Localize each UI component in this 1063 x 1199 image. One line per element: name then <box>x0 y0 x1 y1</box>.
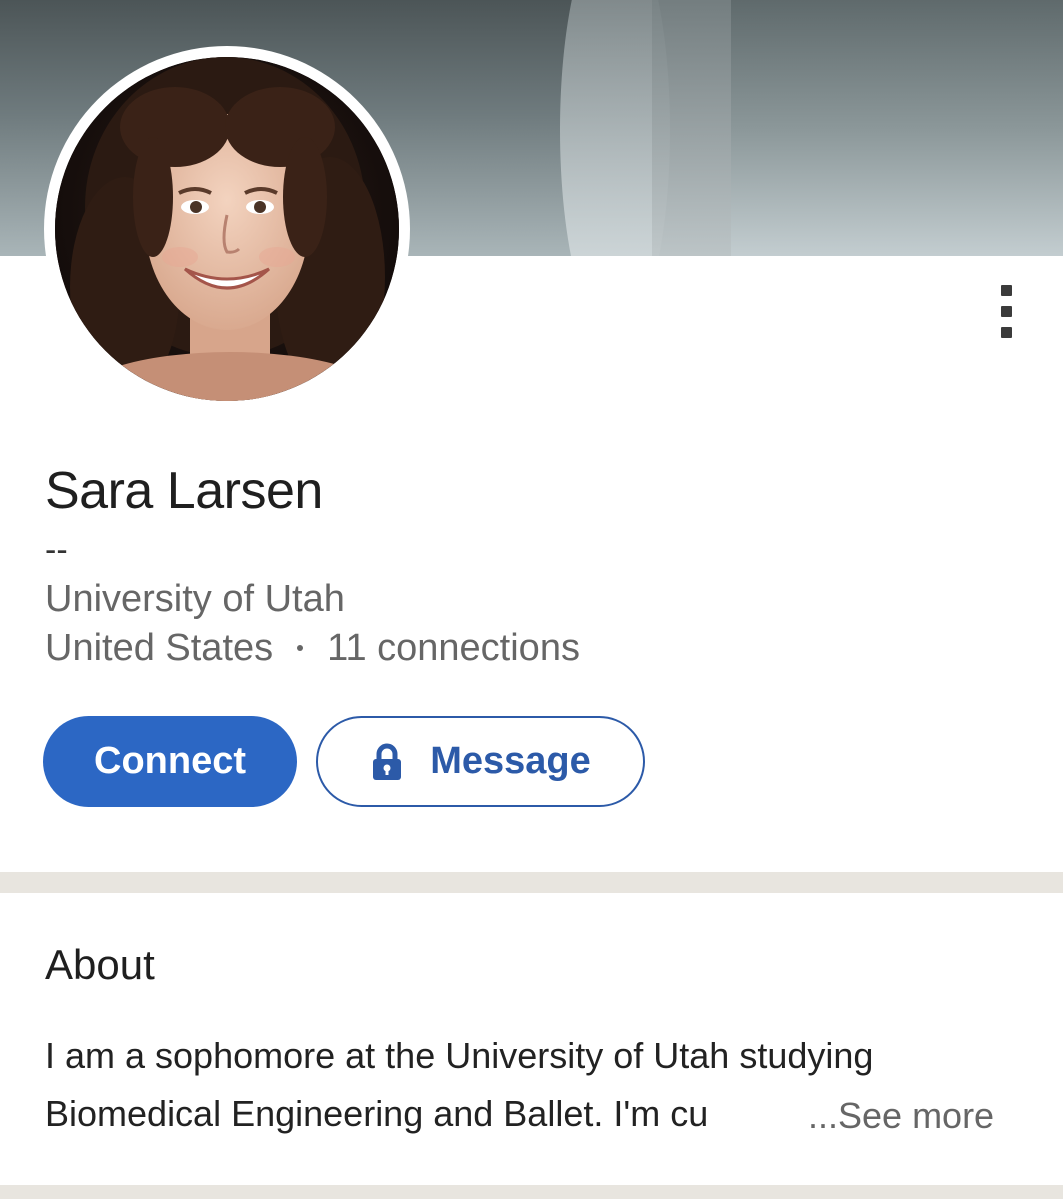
lock-icon <box>370 743 404 781</box>
see-more-link[interactable]: ...See more <box>808 1094 994 1138</box>
connect-button[interactable]: Connect <box>43 716 297 807</box>
profile-education[interactable]: University of Utah <box>45 577 345 621</box>
connect-button-label: Connect <box>94 740 246 782</box>
about-text-fade <box>745 1092 790 1136</box>
more-vertical-icon[interactable] <box>982 278 1030 344</box>
location-connections-line: United States 11 connections <box>45 626 580 670</box>
more-dot <box>1000 305 1012 317</box>
profile-connections[interactable]: 11 connections <box>327 626 580 670</box>
profile-page: Sara Larsen -- University of Utah United… <box>0 0 1063 1199</box>
section-divider <box>0 872 1063 893</box>
profile-name: Sara Larsen <box>45 462 323 520</box>
message-button[interactable]: Message <box>316 716 645 807</box>
cover-seam-decoration <box>652 0 732 256</box>
profile-headline: -- <box>45 531 68 569</box>
more-dot <box>1000 326 1012 338</box>
message-button-label: Message <box>430 740 591 782</box>
cover-right-panel <box>731 0 1063 256</box>
about-section-title: About <box>45 941 155 988</box>
more-dot <box>1000 284 1012 296</box>
profile-photo-illustration <box>55 57 399 401</box>
about-text-line-2: Biomedical Engineering and Ballet. I'm c… <box>45 1093 709 1134</box>
profile-location: United States <box>45 627 274 669</box>
section-divider-bottom <box>0 1185 1063 1199</box>
profile-photo <box>55 57 399 401</box>
about-text-line-1: I am a sophomore at the University of Ut… <box>45 1035 874 1076</box>
separator-dot <box>297 645 304 651</box>
profile-avatar[interactable] <box>44 46 410 412</box>
